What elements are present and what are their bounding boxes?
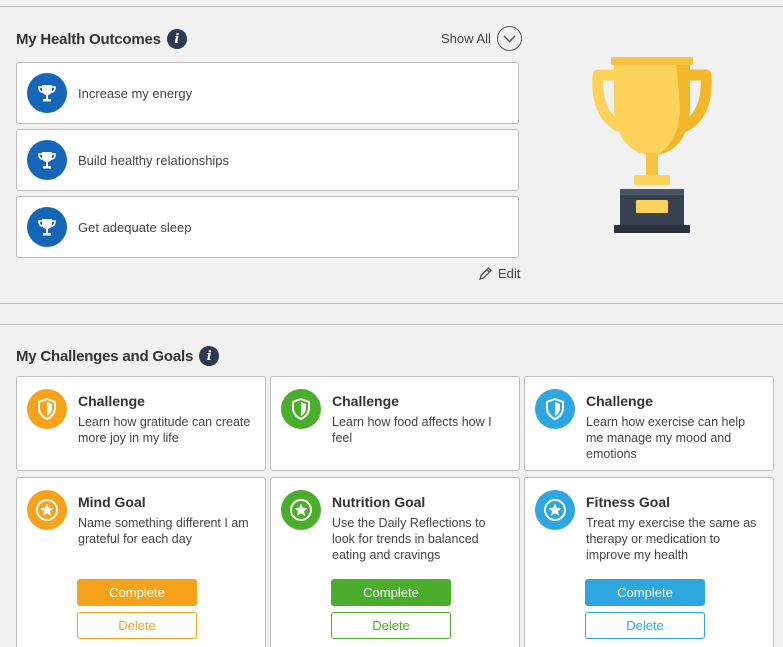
- top-divider: [0, 6, 783, 7]
- goal-title: Fitness Goal: [586, 494, 671, 510]
- outcome-item[interactable]: Get adequate sleep: [16, 196, 519, 258]
- gold-trophy-icon: [592, 57, 712, 233]
- section-divider: [0, 303, 783, 304]
- complete-button[interactable]: Complete: [331, 579, 451, 606]
- trophy-icon: [27, 140, 67, 180]
- outcome-label: Increase my energy: [78, 85, 193, 101]
- shield-icon: [535, 389, 575, 429]
- health-outcomes-heading: My Health Outcomes i: [16, 29, 187, 49]
- goal-description: Name something different I am grateful f…: [78, 516, 249, 546]
- challenge-card[interactable]: Challenge Learn how exercise can help me…: [524, 376, 774, 471]
- outcome-label: Get adequate sleep: [78, 219, 192, 235]
- challenge-description: Learn how gratitude can create more joy …: [78, 415, 251, 445]
- section-divider: [0, 324, 783, 325]
- outcome-item[interactable]: Build healthy relationships: [16, 129, 519, 191]
- show-all-label[interactable]: Show All: [441, 31, 491, 46]
- info-icon[interactable]: i: [166, 29, 187, 49]
- delete-button[interactable]: Delete: [585, 612, 705, 639]
- health-outcomes-title: My Health Outcomes: [16, 30, 161, 48]
- pencil-icon: [479, 267, 492, 280]
- goal-title: Mind Goal: [78, 494, 146, 510]
- edit-label[interactable]: Edit: [498, 266, 520, 281]
- shield-icon: [27, 389, 67, 429]
- goal-card: Mind Goal Name something different I am …: [16, 477, 266, 647]
- edit-outcomes-link[interactable]: Edit: [478, 266, 520, 281]
- challenge-title: Challenge: [78, 393, 145, 409]
- chevron-down-icon[interactable]: [496, 26, 522, 51]
- show-all-toggle[interactable]: Show All: [441, 26, 522, 51]
- star-icon: [281, 490, 321, 530]
- goal-description: Use the Daily Reflections to look for tr…: [332, 516, 486, 562]
- complete-button[interactable]: Complete: [77, 579, 197, 606]
- delete-button[interactable]: Delete: [77, 612, 197, 639]
- complete-button[interactable]: Complete: [585, 579, 705, 606]
- challenges-goals-heading: My Challenges and Goals i: [16, 346, 220, 366]
- outcome-item[interactable]: Increase my energy: [16, 62, 519, 124]
- challenge-title: Challenge: [586, 393, 653, 409]
- challenge-description: Learn how exercise can help me manage my…: [586, 415, 746, 461]
- goal-title: Nutrition Goal: [332, 494, 426, 510]
- goal-card: Fitness Goal Treat my exercise the same …: [524, 477, 774, 647]
- info-icon[interactable]: i: [199, 346, 220, 366]
- star-icon: [27, 490, 67, 530]
- challenge-title: Challenge: [332, 393, 399, 409]
- challenge-card[interactable]: Challenge Learn how gratitude can create…: [16, 376, 266, 471]
- challenge-card[interactable]: Challenge Learn how food affects how I f…: [270, 376, 520, 471]
- star-icon: [535, 490, 575, 530]
- outcome-label: Build healthy relationships: [78, 152, 230, 168]
- shield-icon: [281, 389, 321, 429]
- challenges-goals-title: My Challenges and Goals: [16, 347, 194, 365]
- delete-button[interactable]: Delete: [331, 612, 451, 639]
- goal-card: Nutrition Goal Use the Daily Reflections…: [270, 477, 520, 647]
- trophy-icon: [27, 73, 67, 113]
- challenge-description: Learn how food affects how I feel: [332, 415, 492, 445]
- goal-description: Treat my exercise the same as therapy or…: [586, 516, 757, 562]
- trophy-icon: [27, 207, 67, 247]
